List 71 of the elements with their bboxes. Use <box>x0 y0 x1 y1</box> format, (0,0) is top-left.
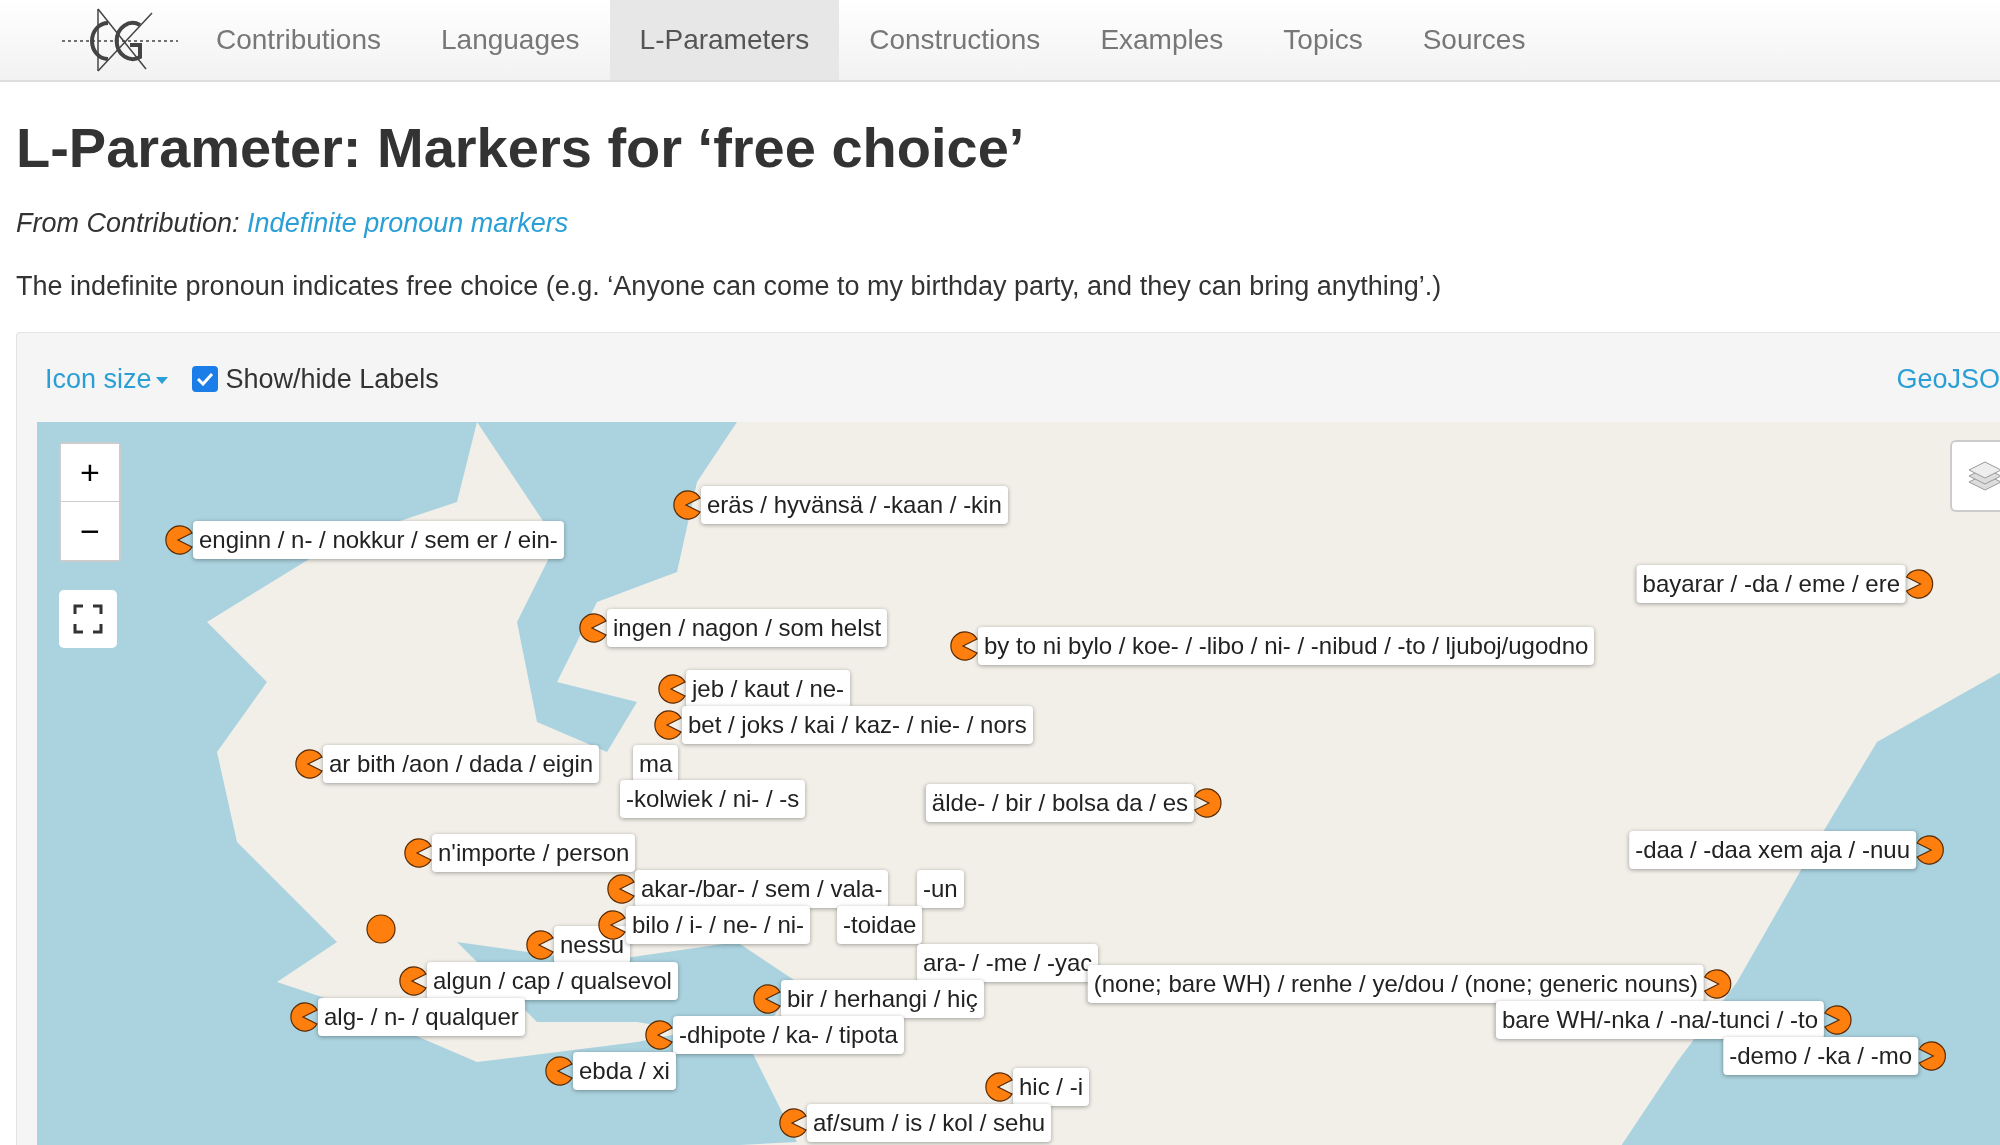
nav-tab[interactable]: Languages <box>411 0 610 80</box>
map-marker-label: ingen / nagon / som helst <box>607 608 888 647</box>
map-marker-label: by to ni bylo / koe- / -libo / ni- / -nibud / -to / ljuboj/ugodno <box>978 626 1595 665</box>
map-marker-label: n'importe / person <box>432 833 636 872</box>
map-marker-icon[interactable] <box>293 748 323 779</box>
map-marker-icon[interactable] <box>1918 1040 1948 1071</box>
map-marker-label: alg- / n- / qualquer <box>318 997 525 1036</box>
map-marker-label: bir / herhangi / hiç <box>781 979 984 1018</box>
fullscreen-button[interactable] <box>59 589 117 648</box>
map-marker-icon[interactable] <box>1194 787 1224 818</box>
map-marker-label: ma <box>633 744 679 783</box>
map-marker-icon[interactable] <box>948 630 978 661</box>
labels-checkbox[interactable] <box>191 366 218 393</box>
fullscreen-icon <box>73 603 103 634</box>
checkmark-icon <box>195 372 214 387</box>
map-marker-label: bayarar / -da / eme / ere <box>1636 564 1906 603</box>
caret-icon <box>155 377 168 386</box>
nav-tab[interactable]: Contributions <box>186 0 411 80</box>
geojson-link[interactable]: GeoJSO <box>1896 359 2000 400</box>
map-marker-label: af/sum / is / kol / sehu <box>807 1103 1052 1142</box>
map-marker-icon[interactable] <box>596 909 626 940</box>
map-marker-icon[interactable] <box>605 873 635 904</box>
map-marker-icon[interactable] <box>524 929 554 960</box>
map-marker-icon[interactable] <box>366 913 396 944</box>
map-marker-label: algun / cap / qualsevol <box>427 961 678 1000</box>
map-marker-icon[interactable] <box>983 1071 1013 1102</box>
map-marker-icon[interactable] <box>577 612 607 643</box>
map-marker-icon[interactable] <box>652 709 682 740</box>
map-marker-icon[interactable] <box>402 837 432 868</box>
map-marker-label: -daa / -daa xem aja / -nuu <box>1629 830 1916 869</box>
map-marker-label: bare WH/-nka / -na/-tunci / -to <box>1495 1000 1824 1039</box>
nav-tab[interactable]: Sources <box>1392 0 1556 80</box>
map-marker-icon[interactable] <box>671 489 701 520</box>
page-title: L-Parameter: Markers for ‘free choice’ <box>16 115 1026 181</box>
map-marker-label: enginn / n- / nokkur / sem er / ein- <box>193 520 564 559</box>
map-marker-label: älde- / bir / bolsa da / es <box>925 783 1194 822</box>
map-marker-icon[interactable] <box>543 1055 573 1086</box>
map-marker-icon[interactable] <box>1916 834 1946 865</box>
map-marker-icon[interactable] <box>397 965 427 996</box>
map-marker-label: -demo / -ka / -mo <box>1723 1036 1918 1075</box>
nav-tab[interactable]: Constructions <box>839 0 1071 80</box>
map-marker-label: ar bith /aon / dada / eigin <box>323 744 600 783</box>
description-text: The indefinite pronoun indicates free choice (e.g. ‘Anyone can come to my birthday party, and they can bring anything’.) <box>16 269 1443 303</box>
map-marker-icon[interactable] <box>656 673 686 704</box>
map-marker-icon[interactable] <box>163 524 193 555</box>
contribution-line: From Contribution: Indefinite pronoun markers <box>16 207 570 241</box>
icon-size-dropdown[interactable]: Icon size <box>45 359 168 400</box>
map-marker-label: -toidae <box>837 905 923 944</box>
map-marker-icon[interactable] <box>1906 568 1936 599</box>
map-marker-label: eräs / hyvänsä / -kaan / -kin <box>701 485 1008 524</box>
map-marker-label: hic / -i <box>1013 1067 1089 1106</box>
map-marker-label: -dhipote / ka- / tipota <box>673 1015 904 1054</box>
map-marker-icon[interactable] <box>1824 1004 1854 1035</box>
map-marker-icon[interactable] <box>643 1019 673 1050</box>
map-marker-icon[interactable] <box>751 983 781 1014</box>
nav-tab[interactable]: L-Parameters <box>609 0 840 80</box>
map-marker-label: ebda / xi <box>573 1051 676 1090</box>
zoom-in-button[interactable]: + <box>61 443 119 502</box>
map-marker-icon[interactable] <box>288 1001 318 1032</box>
map-marker-label: -un <box>917 869 964 908</box>
map-marker-icon[interactable] <box>1704 968 1734 999</box>
contribution-link[interactable]: Indefinite pronoun markers <box>247 208 569 239</box>
map-marker-label: jeb / kaut / ne- <box>686 669 851 708</box>
map-marker-label: bilo / i- / ne- / ni- <box>626 905 811 944</box>
nav-tab[interactable]: Examples <box>1070 0 1254 80</box>
map-marker-icon[interactable] <box>777 1107 807 1138</box>
map-marker-label: -kolwiek / ni- / -s <box>620 779 806 818</box>
map-marker-label: bet / joks / kai / kaz- / nie- / nors <box>682 705 1033 744</box>
map-marker-label: akar-/bar- / sem / vala- <box>635 869 889 908</box>
nav-tab[interactable]: Topics <box>1253 0 1393 80</box>
labels-toggle-text: Show/hide Labels <box>225 363 439 397</box>
